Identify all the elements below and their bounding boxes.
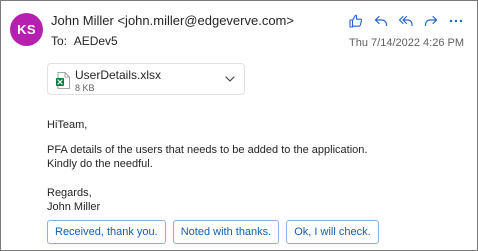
recipient-name[interactable]: AEDev5 xyxy=(74,34,118,48)
body-signature: John Miller xyxy=(47,201,101,213)
reply-icon xyxy=(374,15,388,27)
excel-file-icon xyxy=(56,72,70,89)
quick-replies: Received, thank you. Noted with thanks. … xyxy=(47,220,379,244)
body-line-2: Kindly do the needful. xyxy=(47,158,153,170)
quick-reply-button[interactable]: Noted with thanks. xyxy=(172,220,280,244)
forward-icon xyxy=(424,15,438,27)
body-line-1: PFA details of the users that needs to b… xyxy=(47,144,368,156)
like-button[interactable] xyxy=(345,11,367,31)
attachment-size: 8 KB xyxy=(75,83,95,93)
reply-button[interactable] xyxy=(370,11,392,31)
quick-reply-button[interactable]: Received, thank you. xyxy=(47,220,166,244)
forward-button[interactable] xyxy=(420,11,442,31)
email-reading-pane: KS John Miller <john.miller@edgeverve.co… xyxy=(0,0,478,251)
thumbs-up-icon xyxy=(349,14,363,28)
recipients-row: To: AEDev5 xyxy=(51,34,118,48)
more-actions-button[interactable] xyxy=(445,11,467,31)
body-closing: Regards, xyxy=(47,187,92,199)
message-timestamp: Thu 7/14/2022 4:26 PM xyxy=(349,37,464,49)
avatar[interactable]: KS xyxy=(10,13,43,46)
message-actions xyxy=(345,11,467,31)
sender-name[interactable]: John Miller <john.miller@edgeverve.com> xyxy=(51,13,294,28)
attachment-name[interactable]: UserDetails.xlsx xyxy=(75,68,161,82)
attachment-card[interactable]: UserDetails.xlsx 8 KB xyxy=(47,63,245,95)
to-label: To: xyxy=(51,34,68,48)
reply-all-icon xyxy=(398,15,413,27)
chevron-down-icon[interactable] xyxy=(223,72,237,86)
more-icon xyxy=(449,19,463,23)
body-greeting: HiTeam, xyxy=(47,119,88,131)
quick-reply-button[interactable]: Ok, I will check. xyxy=(286,220,379,244)
reply-all-button[interactable] xyxy=(395,11,417,31)
